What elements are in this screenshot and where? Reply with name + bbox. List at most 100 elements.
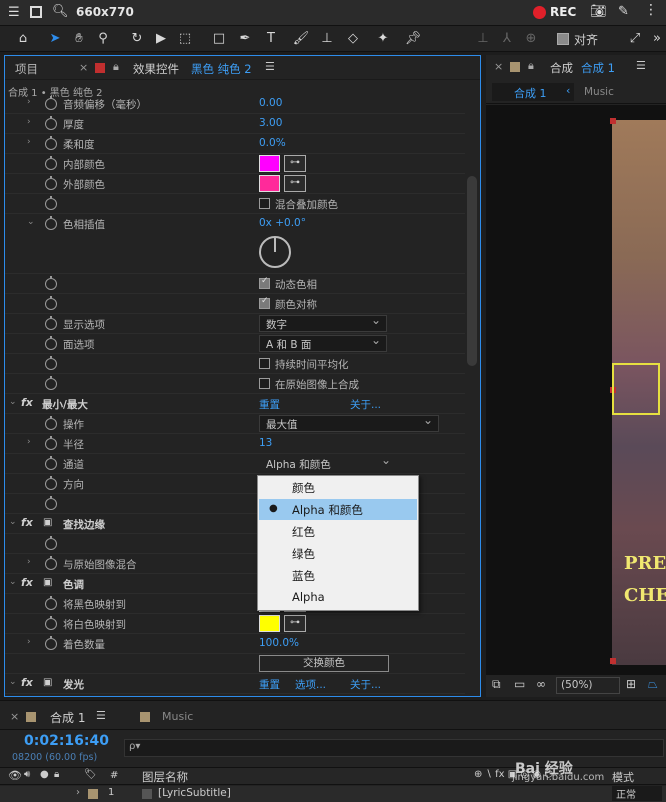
- stopwatch-icon[interactable]: [45, 156, 57, 170]
- stopwatch-icon[interactable]: [45, 616, 57, 630]
- zoom-select[interactable]: (50%): [556, 677, 620, 694]
- fx-icon[interactable]: fx: [21, 516, 33, 529]
- property-row[interactable]: › 着色数量 100.0%: [5, 634, 465, 654]
- tab-timeline-music[interactable]: Music: [162, 710, 193, 723]
- tab-effect-controls[interactable]: 效果控件: [133, 61, 179, 77]
- overflow-icon[interactable]: »: [648, 30, 666, 48]
- property-row[interactable]: 面选项 A 和 B 面: [5, 333, 465, 354]
- property-value[interactable]: 3.00: [259, 117, 282, 129]
- stopwatch-icon[interactable]: [45, 136, 57, 150]
- about-link[interactable]: 关于...: [350, 677, 381, 692]
- twirl-icon[interactable]: ⌄: [9, 577, 17, 587]
- twirl-icon[interactable]: ⌄: [9, 517, 17, 527]
- pan-behind-tool-icon[interactable]: ⬚: [176, 30, 194, 48]
- pen-icon[interactable]: ✎: [618, 4, 629, 19]
- mask-icon[interactable]: ∞: [536, 677, 546, 691]
- color-swatch[interactable]: [259, 155, 280, 172]
- rotate-tool-icon[interactable]: ↻: [128, 30, 146, 48]
- panel-menu-icon[interactable]: ☰: [265, 60, 275, 73]
- eye-icon[interactable]: 👁︎: [8, 769, 22, 782]
- window-icon[interactable]: [30, 6, 42, 18]
- property-row[interactable]: 操作 最大值: [5, 413, 465, 434]
- selection-tool-icon[interactable]: ➤: [46, 30, 64, 48]
- eraser-tool-icon[interactable]: ◇: [344, 30, 362, 48]
- select[interactable]: 数字: [259, 313, 387, 332]
- property-value[interactable]: 100.0%: [259, 637, 299, 649]
- property-row[interactable]: 颜色对称: [5, 294, 465, 314]
- close-icon[interactable]: ×: [494, 60, 503, 73]
- record-dot-icon[interactable]: [533, 6, 546, 19]
- twirl-icon[interactable]: ›: [27, 637, 31, 647]
- layer-name[interactable]: [LyricSubtitle]: [158, 787, 231, 799]
- close-icon[interactable]: ×: [10, 710, 19, 723]
- property-row[interactable]: ⌄ 色相插值 0x +0.0°: [5, 214, 465, 274]
- stopwatch-icon[interactable]: [45, 336, 57, 350]
- select[interactable]: A 和 B 面: [259, 333, 387, 352]
- property-row[interactable]: 内部颜色 ⊶: [5, 154, 465, 174]
- camera-tool-icon[interactable]: ▶: [152, 30, 170, 48]
- panel-menu-icon[interactable]: ☰: [96, 709, 106, 722]
- grid-icon[interactable]: ⊞: [626, 677, 636, 691]
- options-link[interactable]: 选项...: [295, 677, 326, 692]
- type-tool-icon[interactable]: T: [262, 30, 280, 48]
- property-value[interactable]: 0.00: [259, 97, 282, 109]
- property-row[interactable]: 在原始图像上合成: [5, 374, 465, 394]
- about-link[interactable]: 关于...: [350, 397, 381, 412]
- property-row[interactable]: › 音频偏移（毫秒） 0.00: [5, 96, 465, 114]
- stopwatch-icon[interactable]: [45, 436, 57, 450]
- checkbox[interactable]: [259, 296, 270, 309]
- property-value[interactable]: 0.0%: [259, 137, 286, 149]
- twirl-icon[interactable]: ›: [27, 97, 31, 107]
- fx-icon[interactable]: fx: [21, 576, 33, 589]
- fx-icon[interactable]: fx: [21, 396, 33, 409]
- pen-tool-icon[interactable]: ✒: [236, 30, 254, 48]
- audio-icon[interactable]: 🔊︎: [24, 769, 30, 780]
- expand-icon[interactable]: ⤢: [626, 30, 644, 48]
- search-icon[interactable]: 🔍︎: [52, 4, 69, 19]
- home-icon[interactable]: ⌂: [14, 30, 32, 48]
- stopwatch-icon[interactable]: [45, 216, 57, 230]
- stopwatch-icon[interactable]: [45, 496, 57, 510]
- roto-brush-icon[interactable]: ✦: [374, 30, 392, 48]
- axis-world-icon[interactable]: ⅄: [498, 30, 516, 48]
- region-icon[interactable]: ⏢: [648, 677, 658, 692]
- select[interactable]: Alpha 和颜色: [259, 453, 397, 472]
- tab-project[interactable]: 项目: [15, 61, 38, 77]
- lock-icon[interactable]: 🔒︎: [528, 59, 534, 73]
- checkbox[interactable]: [259, 198, 270, 209]
- twirl-icon[interactable]: ›: [27, 437, 31, 447]
- stopwatch-icon[interactable]: [45, 456, 57, 470]
- layer-mode-select[interactable]: 正常: [612, 786, 662, 801]
- effect-header-row[interactable]: ⌄ fx 发光 ▣ 重置 选项... 关于...: [5, 674, 465, 694]
- brush-tool-icon[interactable]: 🖌︎: [292, 30, 310, 48]
- axis-view-icon[interactable]: ⊕: [522, 30, 540, 48]
- stopwatch-icon[interactable]: [45, 536, 57, 550]
- preview-icon[interactable]: ⧉: [492, 677, 501, 692]
- stopwatch-icon[interactable]: [45, 116, 57, 130]
- label-icon[interactable]: 🏷︎: [84, 769, 97, 780]
- solo-icon[interactable]: ●: [40, 769, 49, 780]
- viewer-canvas[interactable]: PRE CHE: [486, 105, 666, 675]
- twirl-icon[interactable]: ›: [27, 117, 31, 127]
- align-checkbox[interactable]: [557, 33, 569, 45]
- lock-icon[interactable]: 🔒︎: [113, 60, 119, 74]
- clone-stamp-icon[interactable]: ⊥: [318, 30, 336, 48]
- rectangle-tool-icon[interactable]: □: [210, 30, 228, 48]
- tab-effect-layer[interactable]: 黑色 纯色 2: [191, 61, 252, 77]
- tab-composition-name[interactable]: 合成 1: [581, 60, 615, 76]
- stopwatch-icon[interactable]: [45, 316, 57, 330]
- effect-header-row[interactable]: ⌄ fx 最小/最大 重置 关于...: [5, 394, 465, 414]
- stopwatch-icon[interactable]: [45, 376, 57, 390]
- handle-icon[interactable]: [610, 118, 616, 124]
- zoom-tool-icon[interactable]: ⚲: [94, 30, 112, 48]
- menu-icon[interactable]: ☰: [8, 5, 20, 20]
- checkbox[interactable]: [259, 358, 270, 369]
- camera-icon[interactable]: 📷︎: [590, 4, 607, 19]
- twirl-icon[interactable]: ⌄: [9, 397, 17, 407]
- reset-link[interactable]: 重置: [259, 397, 280, 412]
- property-row[interactable]: › 柔和度 0.0%: [5, 134, 465, 154]
- stopwatch-icon[interactable]: [45, 476, 57, 490]
- chevron-left-icon[interactable]: ‹: [566, 84, 570, 97]
- stopwatch-icon[interactable]: [45, 196, 57, 210]
- close-icon[interactable]: ×: [79, 61, 88, 74]
